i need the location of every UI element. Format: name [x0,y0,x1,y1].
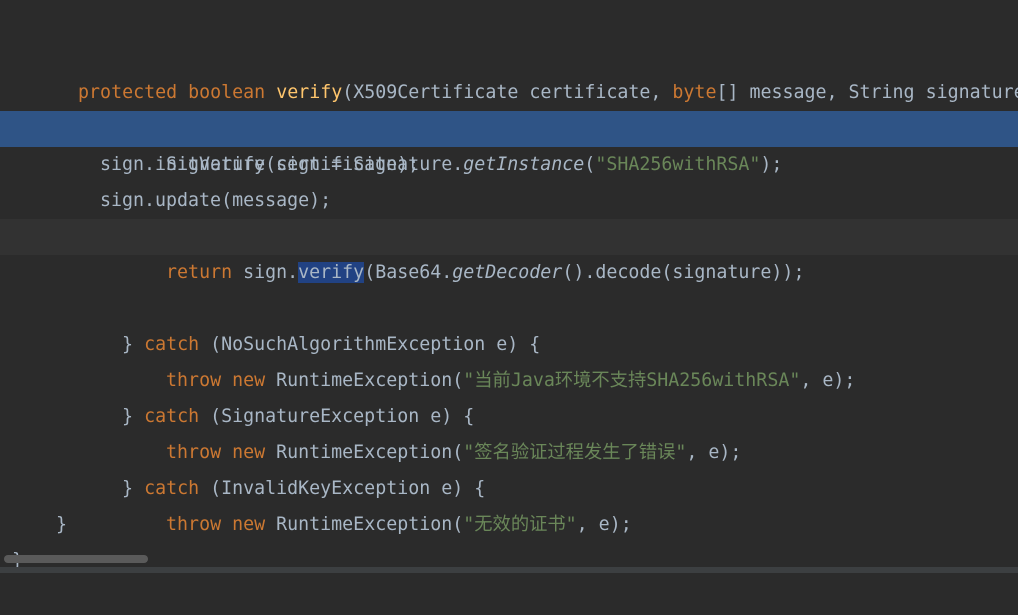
base64-ref: (Base64. [364,262,453,283]
try-close-brace: } [56,514,68,535]
code-line-get-instance-selected[interactable]: Signature sign = Signature.getInstance("… [0,111,1018,175]
code-line-method-signature[interactable]: protected boolean verify(X509Certificate… [0,39,1018,103]
code-line-throw-2[interactable]: throw new RuntimeException("签名验证过程发生了错误"… [0,399,1018,463]
horizontal-scrollbar[interactable] [4,555,148,563]
init-verify-statement: sign.initVerify(certificate); [100,154,420,175]
code-line-update[interactable]: sign.update(message); [0,183,1018,219]
keyword-return: return [166,262,233,283]
code-line-throw-1[interactable]: throw new RuntimeException("当前Java环境不支持S… [0,327,1018,391]
code-line-try-close[interactable]: } [0,507,1018,543]
editor-bottom-edge [0,567,1018,573]
code-line-throw-3[interactable]: throw new RuntimeException("无效的证书", e); [0,471,1018,535]
code-line-catch-no-such-algorithm[interactable]: } catch (NoSuchAlgorithmException e) { [0,291,1018,355]
method-get-decoder: getDecoder [452,262,563,283]
sign-ref: sign. [232,262,299,283]
code-line-try[interactable]: try { [0,75,1018,139]
method-verify-highlighted[interactable]: verify [298,262,365,283]
decode-call: ().decode(signature)); [562,262,805,283]
code-editor[interactable]: protected boolean verify(X509Certificate… [0,0,1018,573]
code-line-return[interactable]: return sign.verify(Base64.getDecoder().d… [0,219,1018,283]
code-line-catch-invalid-key[interactable]: } catch (InvalidKeyException e) { [0,435,1018,499]
code-line-catch-signature[interactable]: } catch (SignatureException e) { [0,363,1018,427]
code-line-init-verify[interactable]: sign.initVerify(certificate); [0,147,1018,183]
update-statement: sign.update(message); [100,190,332,211]
